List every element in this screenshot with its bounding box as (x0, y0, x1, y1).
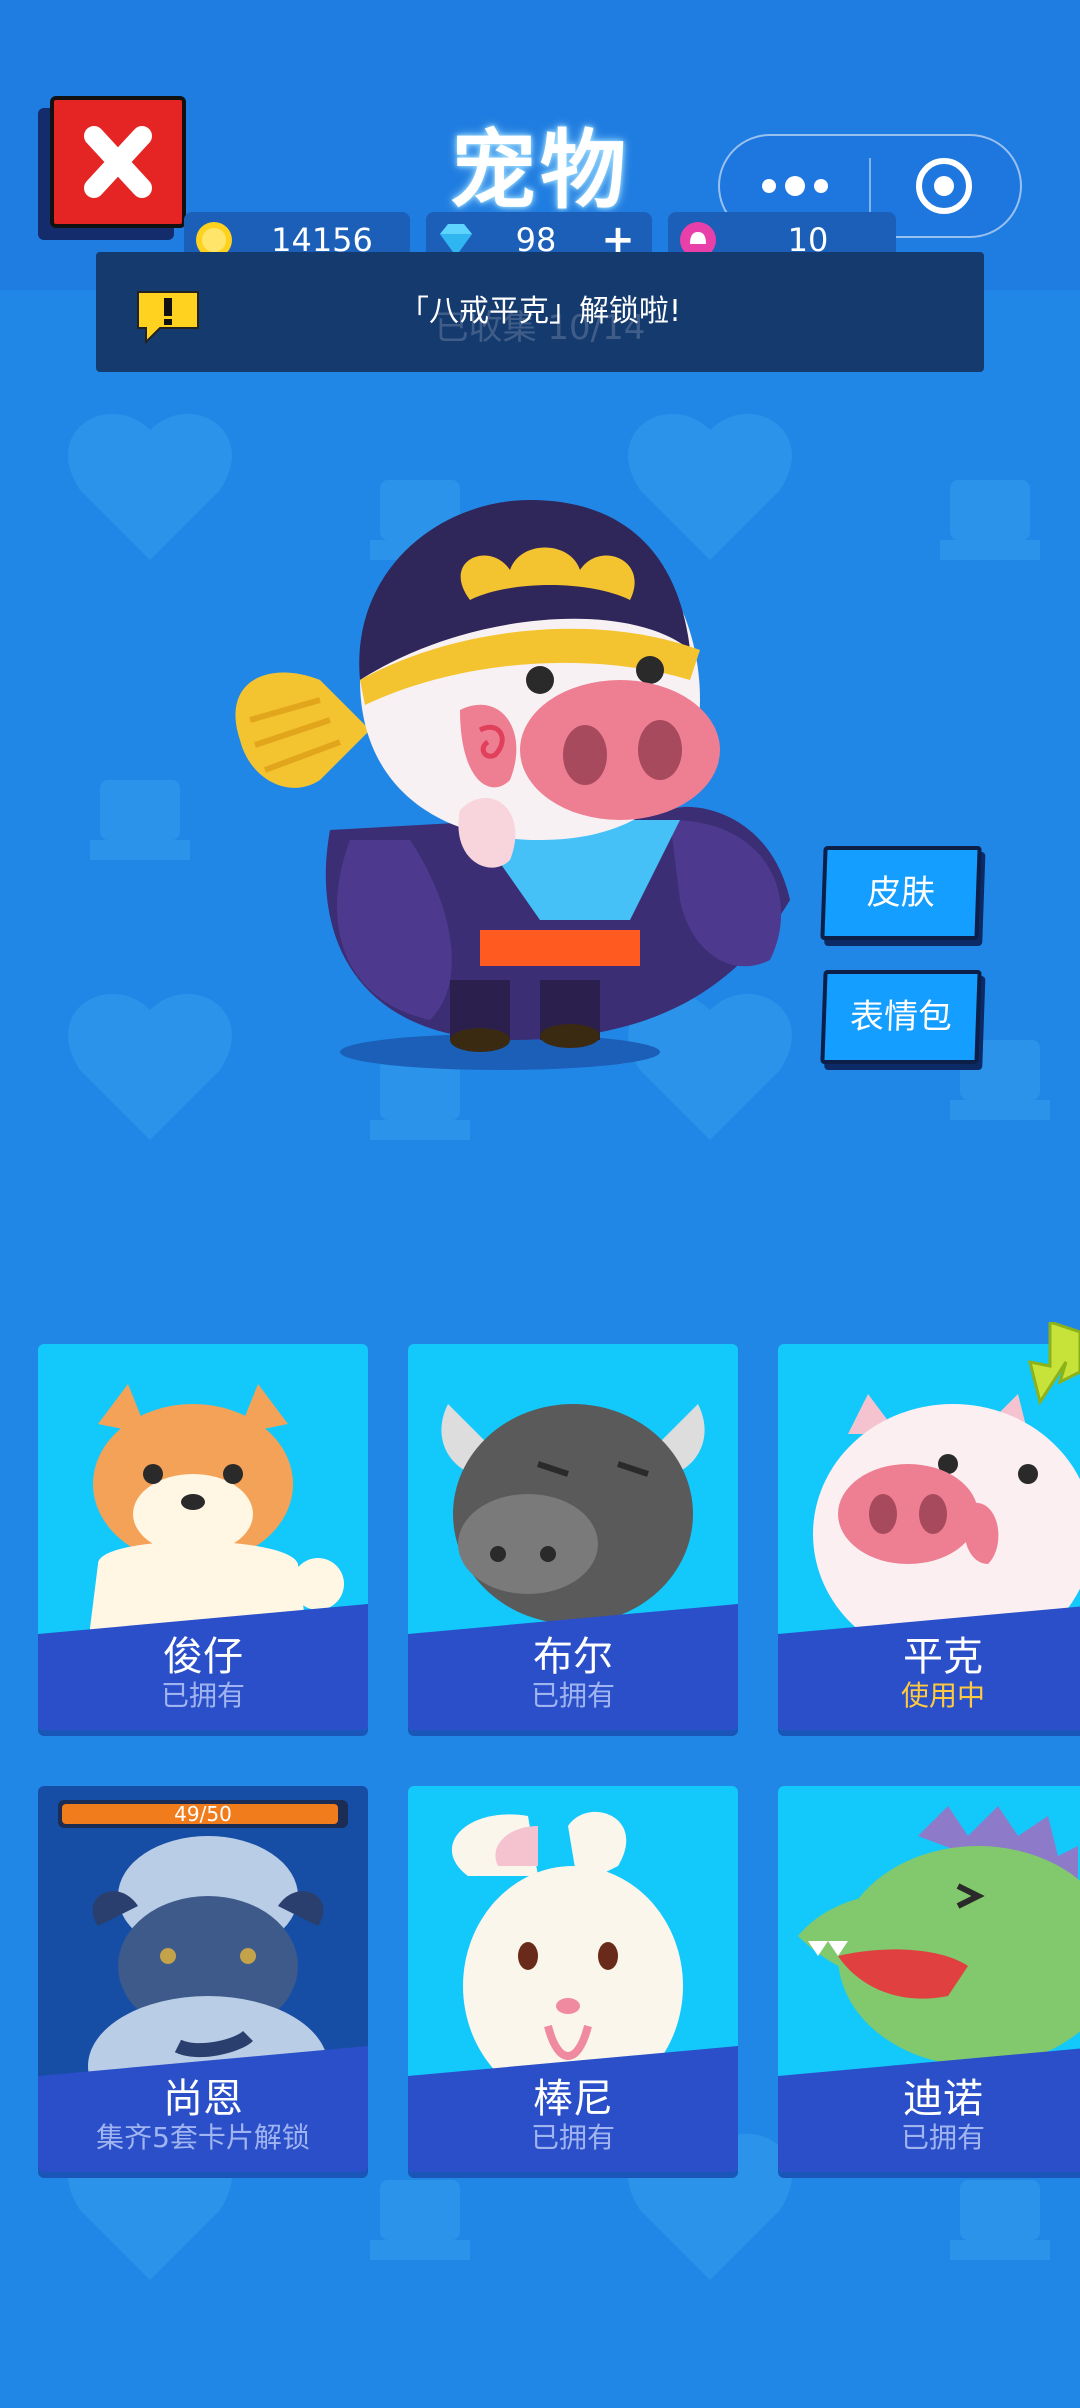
pet-status: 集齐5套卡片解锁 (96, 2121, 310, 2154)
pet-card[interactable]: 俊仔 已拥有 (38, 1344, 368, 1730)
skin-button[interactable]: 皮肤 (820, 846, 982, 940)
selected-pet-illustration (235, 500, 790, 1070)
pet-card[interactable]: 布尔 已拥有 (408, 1344, 738, 1730)
pet-status: 已拥有 (530, 1679, 615, 1712)
collection-count: 已收集 10/14 (434, 308, 646, 348)
more-icon[interactable] (755, 162, 835, 210)
pet-status: 使用中 (900, 1679, 985, 1712)
close-mini-program-icon[interactable] (914, 156, 974, 216)
pet-status: 已拥有 (900, 2121, 985, 2154)
pet-card[interactable]: 迪诺 已拥有 (778, 1786, 1080, 2172)
capsule-divider (869, 158, 871, 214)
emoji-button[interactable]: 表情包 (820, 970, 982, 1064)
pet-card-locked[interactable]: 49/50 尚恩 集齐5套卡片解锁 (38, 1786, 368, 2172)
pet-card[interactable]: 棒尼 已拥有 (408, 1786, 738, 2172)
pet-status: 已拥有 (160, 1679, 245, 1712)
selected-arrow-icon (1027, 1322, 1080, 1406)
pet-status: 已拥有 (530, 2121, 615, 2154)
